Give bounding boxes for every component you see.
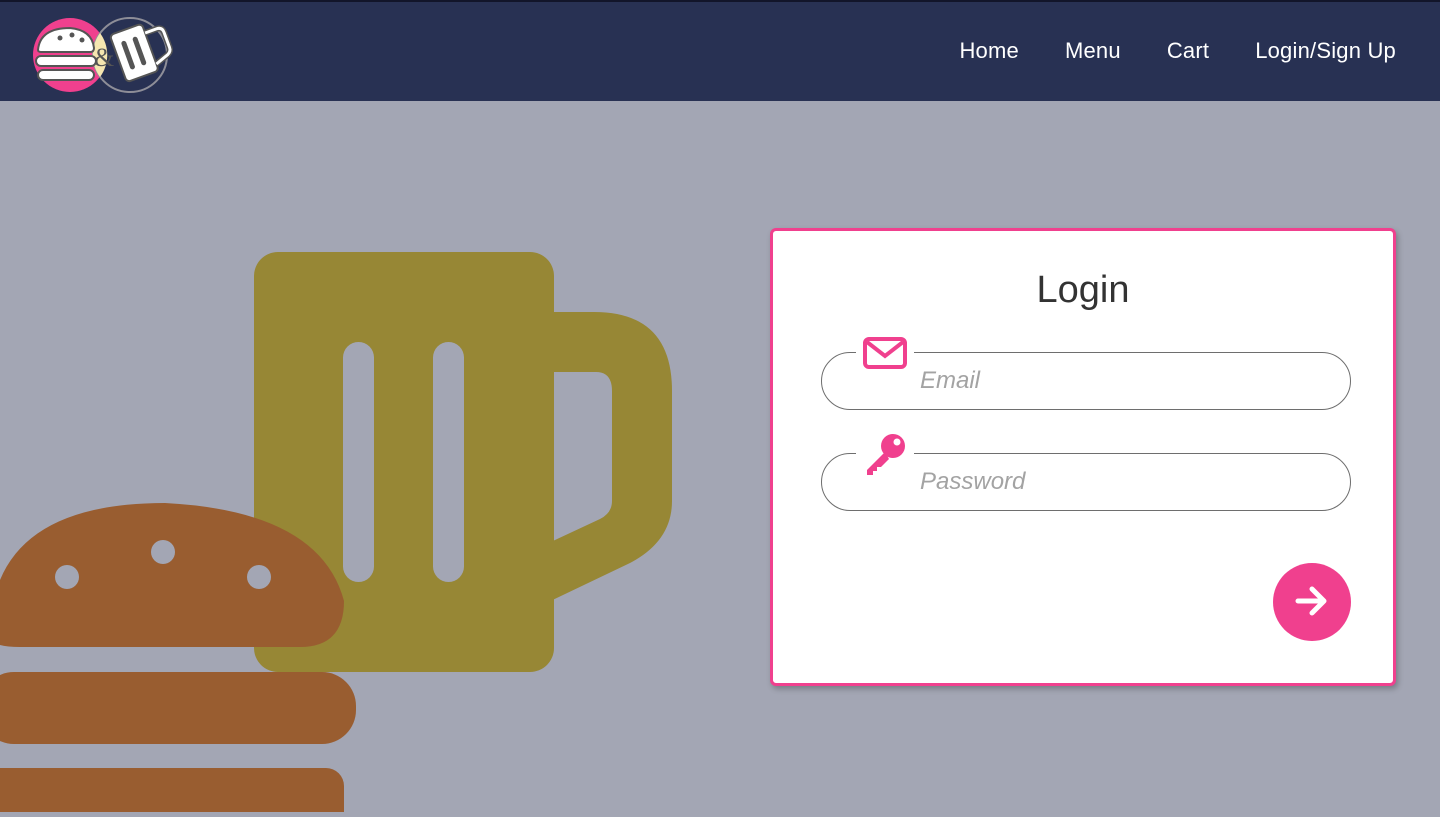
nav-link-login-signup[interactable]: Login/Sign Up xyxy=(1255,38,1396,64)
password-input[interactable] xyxy=(920,462,1320,502)
navbar: & Home Menu Cart Login/Sign Up xyxy=(0,0,1440,101)
nav-link-menu[interactable]: Menu xyxy=(1065,38,1121,64)
nav-link-cart[interactable]: Cart xyxy=(1167,38,1209,64)
key-icon xyxy=(856,434,914,475)
svg-text:&: & xyxy=(94,43,114,72)
password-field xyxy=(821,434,1351,511)
email-input[interactable] xyxy=(920,361,1320,401)
login-submit-button[interactable] xyxy=(1273,563,1351,641)
nav-links: Home Menu Cart Login/Sign Up xyxy=(959,38,1396,64)
login-card: Login xyxy=(770,228,1396,686)
login-title: Login xyxy=(1036,269,1130,311)
arrow-right-icon xyxy=(1292,581,1332,624)
email-field xyxy=(821,333,1351,410)
nav-link-home[interactable]: Home xyxy=(959,38,1019,64)
envelope-icon xyxy=(856,333,914,373)
burger-and-beer-logo[interactable]: & xyxy=(30,14,180,96)
hero-illustration xyxy=(0,101,760,817)
